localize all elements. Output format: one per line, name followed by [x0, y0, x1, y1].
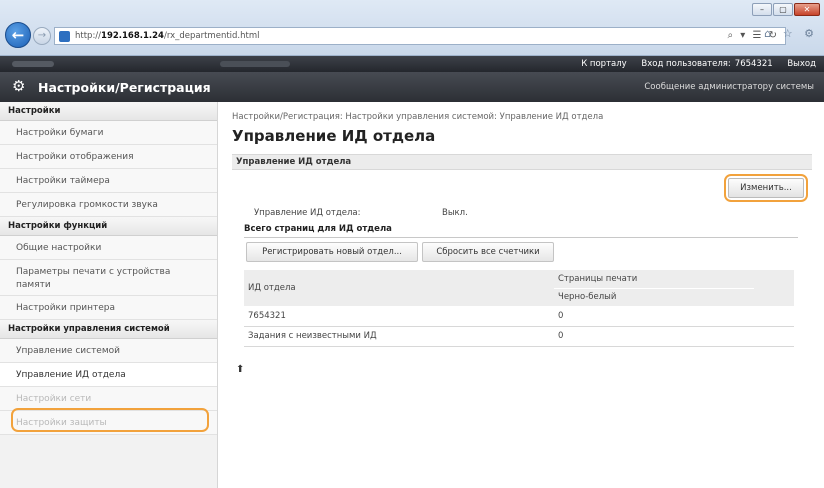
sidebar-heading-settings: Настройки — [0, 102, 217, 121]
sidebar-heading-functions: Настройки функций — [0, 217, 217, 236]
sidebar-item-volume[interactable]: Регулировка громкости звука — [0, 193, 217, 217]
message-admin-link[interactable]: Сообщение администратору системы — [644, 82, 814, 92]
col-header-spacer — [754, 270, 794, 306]
breadcrumb: Настройки/Регистрация: Настройки управле… — [232, 112, 604, 122]
back-arrow-icon[interactable]: ← — [5, 22, 31, 48]
table-row: 7654321 0 — [244, 306, 794, 327]
url-path: /rx_departmentid.html — [163, 31, 260, 41]
sidebar: Настройки Настройки бумаги Настройки ото… — [0, 102, 218, 488]
section-title: Управление ИД отдела — [232, 154, 812, 170]
portal-link[interactable]: К порталу — [581, 59, 627, 69]
page-header-title: Настройки/Регистрация — [38, 80, 211, 95]
login-user-id: 7654321 — [734, 59, 773, 69]
edit-button[interactable]: Изменить... — [728, 178, 804, 198]
device-name-blurred — [12, 61, 54, 67]
logout-link[interactable]: Выход — [787, 59, 816, 69]
col-header-print-pages: Страницы печати — [554, 270, 754, 288]
sidebar-item-timer[interactable]: Настройки таймера — [0, 169, 217, 193]
url-prefix: http:// — [75, 31, 102, 41]
browser-toolbar-icons[interactable]: ⌂ ☆ ⚙ — [764, 27, 818, 40]
col-header-black-white: Черно-белый — [554, 287, 754, 306]
dept-id-cell: 7654321 — [244, 306, 554, 327]
empty-cell — [754, 306, 794, 327]
minimize-button[interactable]: – — [752, 3, 772, 16]
login-user-label: Вход пользователя: — [641, 59, 731, 69]
maximize-button[interactable]: ▢ — [773, 3, 793, 16]
device-info-blurred — [220, 61, 290, 67]
table-row: Задания с неизвестными ИД 0 — [244, 326, 794, 347]
total-pages-heading: Всего страниц для ИД отдела — [244, 224, 798, 238]
dept-id-cell: Задания с неизвестными ИД — [244, 326, 554, 347]
close-window-button[interactable]: ✕ — [794, 3, 820, 16]
department-id-status-value: Выкл. — [442, 208, 468, 218]
sidebar-item-memory-print[interactable]: Параметры печати с устройства памяти — [0, 260, 217, 296]
department-table: ИД отдела Страницы печати Черно-белый 76… — [244, 270, 794, 347]
sidebar-heading-system: Настройки управления системой — [0, 320, 217, 339]
window-controls: – ▢ ✕ — [752, 3, 820, 16]
sidebar-item-department-id[interactable]: Управление ИД отдела — [0, 363, 217, 387]
title-bar: ⚙ Настройки/Регистрация Сообщение админи… — [0, 72, 824, 102]
top-bar: К порталу Вход пользователя: 7654321 Выхо… — [0, 56, 824, 72]
address-bar[interactable]: http://192.168.1.24/rx_departmentid.html… — [54, 27, 786, 45]
top-links: К порталу Вход пользователя: 7654321 Выхо… — [569, 59, 816, 69]
bw-count-cell: 0 — [554, 306, 754, 327]
bw-count-cell: 0 — [554, 326, 754, 347]
reset-counters-button[interactable]: Сбросить все счетчики — [422, 242, 554, 262]
sidebar-item-system-management[interactable]: Управление системой — [0, 339, 217, 363]
sidebar-item-network[interactable]: Настройки сети — [0, 387, 217, 411]
department-id-status-label: Управление ИД отдела: — [254, 208, 361, 218]
register-department-button[interactable]: Регистрировать новый отдел... — [246, 242, 418, 262]
sidebar-item-general[interactable]: Общие настройки — [0, 236, 217, 260]
browser-chrome: – ▢ ✕ ← → http://192.168.1.24/rx_departm… — [0, 0, 824, 56]
back-to-top-icon[interactable]: ⬆ — [236, 364, 244, 375]
page-title: Управление ИД отдела — [232, 127, 436, 145]
forward-arrow-icon[interactable]: → — [33, 27, 51, 45]
col-header-department-id: ИД отдела — [244, 270, 554, 306]
url-text: http://192.168.1.24/rx_departmentid.html — [75, 31, 260, 41]
settings-gear-icon: ⚙ — [12, 77, 26, 95]
sidebar-item-printer[interactable]: Настройки принтера — [0, 296, 217, 320]
sidebar-item-paper[interactable]: Настройки бумаги — [0, 121, 217, 145]
sidebar-item-display[interactable]: Настройки отображения — [0, 145, 217, 169]
empty-cell — [754, 326, 794, 347]
url-host: 192.168.1.24 — [101, 31, 164, 41]
page-favicon-icon — [59, 31, 70, 42]
sidebar-item-security[interactable]: Настройки защиты — [0, 411, 217, 435]
